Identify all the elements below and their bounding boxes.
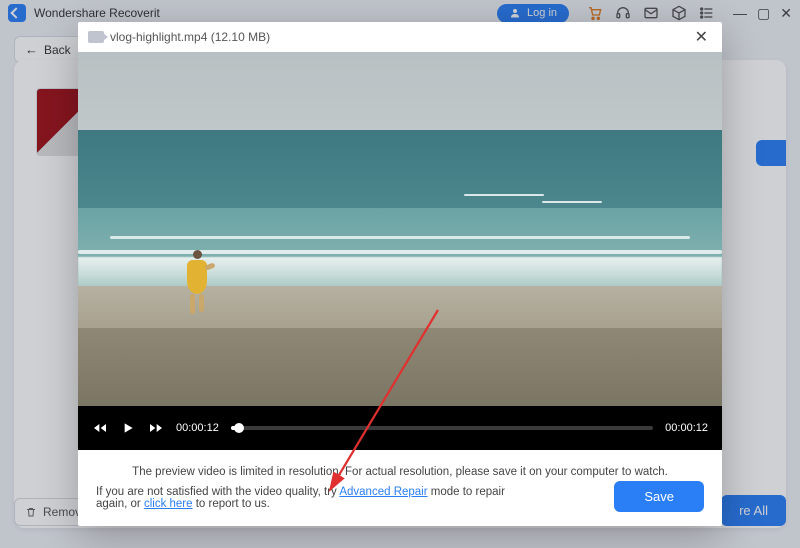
video-area: 00:00:12 00:00:12 <box>78 52 722 450</box>
video-frame[interactable] <box>78 52 722 406</box>
time-current: 00:00:12 <box>176 422 219 434</box>
footer-note-2: If you are not satisfied with the video … <box>96 486 526 510</box>
modal-close-button[interactable]: ✕ <box>691 25 712 49</box>
footer-note-1: The preview video is limited in resoluti… <box>96 466 704 478</box>
play-button[interactable] <box>120 420 136 436</box>
click-here-link[interactable]: click here <box>144 498 193 510</box>
modal-header: vlog-highlight.mp4 (12.10 MB) ✕ <box>78 22 722 52</box>
save-button[interactable]: Save <box>614 481 704 512</box>
rewind-button[interactable] <box>92 420 108 436</box>
modal-filesize: (12.10 MB) <box>211 30 270 44</box>
modal-filename: vlog-highlight.mp4 <box>110 30 207 44</box>
forward-button[interactable] <box>148 420 164 436</box>
advanced-repair-link[interactable]: Advanced Repair <box>339 486 427 498</box>
save-label: Save <box>644 489 674 504</box>
seek-bar[interactable] <box>231 426 653 430</box>
modal-footer: The preview video is limited in resoluti… <box>78 450 722 526</box>
video-file-icon <box>88 31 104 43</box>
time-total: 00:00:12 <box>665 422 708 434</box>
video-controls: 00:00:12 00:00:12 <box>78 406 722 450</box>
preview-modal: vlog-highlight.mp4 (12.10 MB) ✕ <box>78 22 722 526</box>
video-subject <box>187 250 211 320</box>
seek-knob[interactable] <box>234 423 244 433</box>
